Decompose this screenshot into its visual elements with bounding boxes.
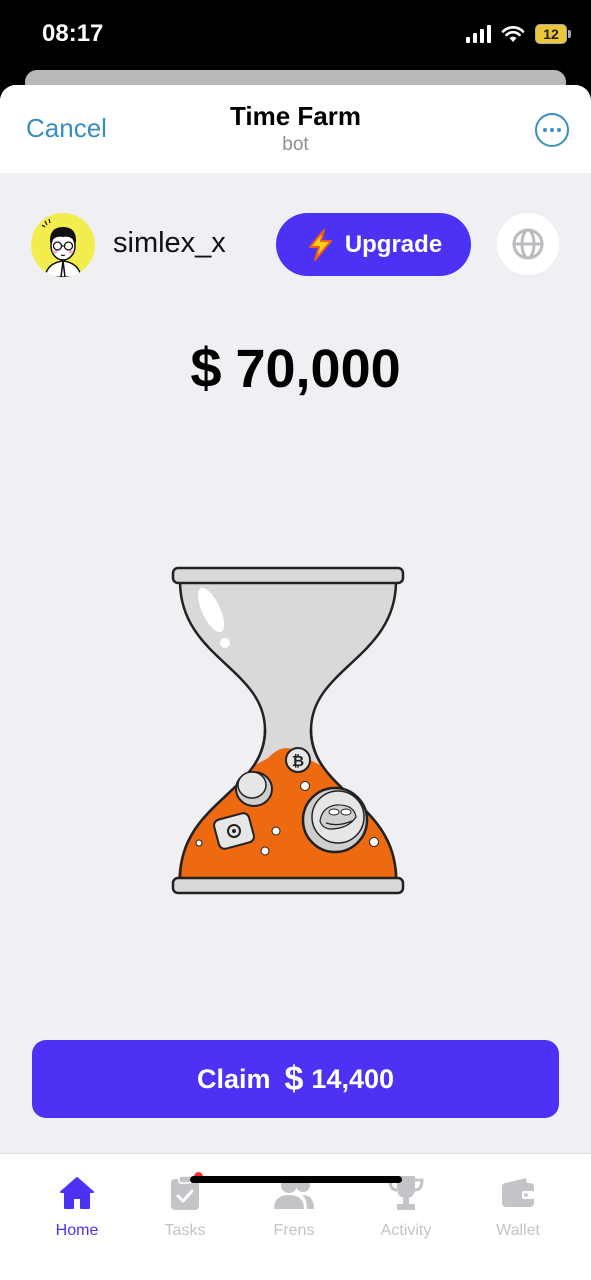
lightning-icon [308, 228, 332, 261]
status-bar: 08:17 12 [0, 0, 591, 70]
globe-icon [512, 228, 544, 260]
upgrade-label: Upgrade [344, 230, 443, 258]
status-icons: 12 [466, 24, 571, 44]
navbar: Cancel Time Farm bot [0, 85, 591, 173]
avatar[interactable] [31, 213, 95, 277]
coin-stack-icon [235, 771, 273, 807]
svg-text:₿: ₿ [292, 752, 304, 770]
more-options-button[interactable] [535, 113, 569, 147]
balance-display: $70,000 [0, 335, 591, 400]
tab-activity-label: Activity [380, 1222, 432, 1239]
claim-currency-symbol: $ [284, 1059, 304, 1098]
claim-button[interactable]: Claim $ 14,400 [32, 1040, 559, 1118]
balance-currency-symbol: $ [190, 336, 222, 399]
status-time: 08:17 [42, 20, 104, 47]
tab-wallet[interactable]: Wallet [463, 1172, 573, 1240]
tab-home[interactable]: Home [22, 1172, 132, 1240]
tab-tasks-label: Tasks [164, 1222, 206, 1239]
bottom-tab-bar: Home Tasks Frens Activity Wallet [0, 1153, 591, 1280]
tab-home-label: Home [55, 1222, 99, 1239]
pepe-coin-icon [301, 786, 369, 854]
claim-label: Claim [196, 1063, 271, 1094]
tab-frens-label: Frens [273, 1222, 315, 1239]
title-block: Time Farm bot [0, 101, 591, 156]
bitcoin-coin-icon: ₿ [285, 747, 311, 773]
language-button[interactable] [497, 213, 559, 275]
hourglass-illustration: ₿ [171, 566, 405, 895]
avatar-illustration [41, 218, 82, 277]
wifi-icon [501, 26, 525, 42]
webapp-sheet: Cancel Time Farm bot simlex_x Upgrade $ … [0, 85, 591, 1280]
username: simlex_x [113, 227, 226, 259]
signal-icon [466, 25, 491, 43]
upgrade-button[interactable]: Upgrade [276, 213, 471, 276]
home-indicator [190, 1176, 402, 1183]
wallet-icon [502, 1178, 534, 1207]
app-title: Time Farm [229, 101, 361, 131]
tab-wallet-label: Wallet [496, 1222, 540, 1239]
home-icon [60, 1177, 94, 1209]
battery-level: 12 [543, 26, 559, 42]
app-subtitle: bot [282, 134, 309, 155]
claim-amount: 14,400 [311, 1063, 395, 1094]
battery-icon: 12 [535, 24, 571, 44]
balance-amount: 70,000 [235, 339, 401, 399]
